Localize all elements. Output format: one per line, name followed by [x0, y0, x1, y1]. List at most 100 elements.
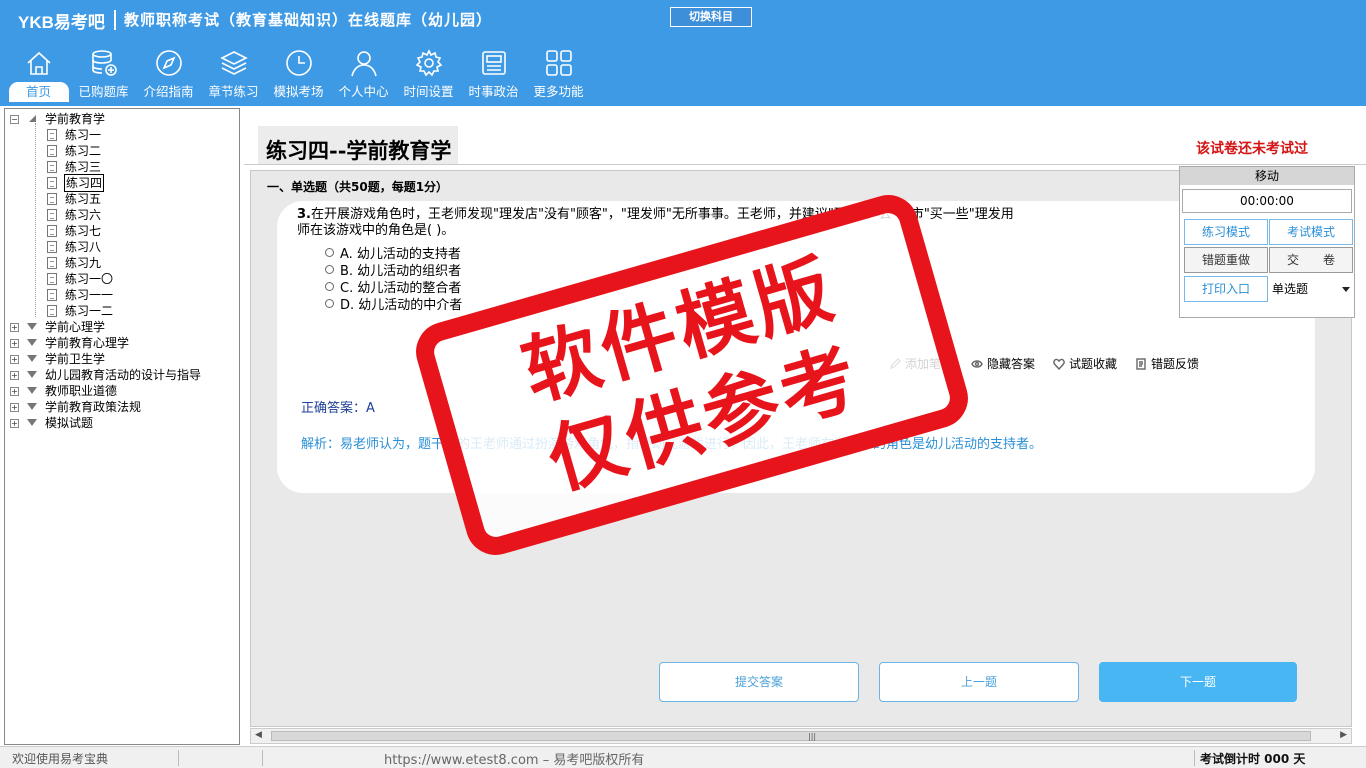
tree-node-exercise[interactable]: 练习一一	[5, 287, 239, 303]
folder-icon	[27, 371, 37, 378]
document-icon	[47, 257, 57, 269]
tree-node-exercise[interactable]: 练习九	[5, 255, 239, 271]
database-icon	[91, 50, 117, 76]
tree-node-exercise[interactable]: 练习五	[5, 191, 239, 207]
pencil-icon	[889, 357, 901, 369]
next-question-button[interactable]: 下一题	[1099, 662, 1297, 702]
nav-mock-exam[interactable]: 模拟考场	[266, 48, 331, 104]
copyright-text: https://www.etest8.com – 易考吧版权所有	[384, 753, 645, 768]
tree-node-exercise[interactable]: 练习八	[5, 239, 239, 255]
collapse-icon[interactable]: −	[10, 115, 19, 124]
nav-time-settings[interactable]: 时间设置	[396, 48, 461, 104]
exam-countdown: 考试倒计时 000 天	[1200, 752, 1306, 766]
timer-display: 00:00:00	[1182, 189, 1352, 213]
expand-icon[interactable]: +	[10, 387, 19, 396]
tree-node-subject[interactable]: + 模拟试题	[5, 415, 239, 431]
practice-mode-button[interactable]: 练习模式	[1184, 219, 1268, 245]
tree-node-exercise[interactable]: 练习四	[5, 174, 239, 192]
tree-node-subject[interactable]: + 教师职业道德	[5, 383, 239, 399]
tree-node-exercise[interactable]: 练习七	[5, 223, 239, 239]
panel-drag-header[interactable]: 移动	[1180, 167, 1354, 185]
layers-icon	[219, 51, 248, 75]
error-feedback-button[interactable]: 错题反馈	[1135, 355, 1199, 372]
question-card: 3.在开展游戏角色时，王老师发现"理发店"没有"顾客"，"理发师"无所事事。王老…	[277, 201, 1315, 493]
gear-icon	[415, 49, 442, 77]
document-icon	[47, 241, 57, 253]
add-note-button[interactable]: 添加笔记	[889, 355, 953, 372]
tree-node-root[interactable]: − 学前教育学	[5, 111, 239, 127]
answer-analysis: 解析：易老师认为，题干中的王老师通过扮演游戏角色，指导幼儿游戏进行，因此，王老师…	[301, 437, 1043, 452]
tree-node-subject[interactable]: + 学前心理学	[5, 319, 239, 335]
expand-icon[interactable]: +	[10, 339, 19, 348]
horizontal-scrollbar[interactable]: ◀ ||| ▶	[250, 728, 1352, 744]
favorite-question-button[interactable]: 试题收藏	[1053, 355, 1117, 372]
document-icon	[47, 177, 57, 189]
tree-node-exercise[interactable]: 练习一〇	[5, 271, 239, 287]
submit-paper-button[interactable]: 交 卷	[1269, 247, 1353, 273]
nav-more-features[interactable]: 更多功能	[526, 48, 591, 104]
folder-icon	[27, 323, 37, 330]
hide-answer-button[interactable]: 隐藏答案	[971, 355, 1035, 372]
chevron-down-icon	[1342, 287, 1350, 292]
expand-icon[interactable]: +	[10, 323, 19, 332]
feedback-icon	[1136, 357, 1146, 370]
document-icon	[47, 225, 57, 237]
folder-icon	[27, 403, 37, 410]
nav-guide[interactable]: 介绍指南	[136, 48, 201, 104]
expand-icon[interactable]: +	[10, 403, 19, 412]
print-button[interactable]: 打印入口	[1184, 276, 1268, 302]
tree-node-exercise[interactable]: 练习二	[5, 143, 239, 159]
scrollbar-thumb[interactable]: |||	[271, 731, 1311, 741]
expand-icon[interactable]: +	[10, 419, 19, 428]
section-header: 一、单选题（共50题，每题1分）	[267, 180, 449, 194]
tree-node-subject[interactable]: + 学前卫生学	[5, 351, 239, 367]
clock-icon	[285, 50, 312, 76]
document-icon	[47, 161, 57, 173]
nav-personal-center[interactable]: 个人中心	[331, 48, 396, 104]
tree-node-exercise[interactable]: 练习六	[5, 207, 239, 223]
news-icon	[481, 51, 506, 75]
chapter-tree: − 学前教育学 练习一 练习二 练习三 练习四 练习五 练习六 练习七 练习八 练习九 练习一〇练…	[4, 108, 240, 745]
nav-current-affairs[interactable]: 时事政治	[461, 48, 526, 104]
radio-button[interactable]	[325, 299, 334, 308]
app-title: 教师职称考试（教育基础知识）在线题库（幼儿园）	[124, 11, 493, 29]
title-divider	[244, 164, 1366, 165]
document-icon	[47, 193, 57, 205]
tree-node-exercise[interactable]: 练习一	[5, 127, 239, 143]
redo-wrong-button[interactable]: 错题重做	[1184, 247, 1268, 273]
folder-icon	[27, 339, 37, 346]
compass-icon	[155, 50, 182, 76]
exam-status-notice: 该试卷还未考试过	[1196, 141, 1308, 157]
nav-purchased-banks[interactable]: 已购题库	[71, 48, 136, 104]
scroll-right-icon[interactable]: ▶	[1340, 730, 1347, 740]
tree-node-exercise[interactable]: 练习一二	[5, 303, 239, 319]
nav-chapter-practice[interactable]: 章节练习	[201, 48, 266, 104]
question-type-select[interactable]: 单选题	[1270, 277, 1354, 301]
expand-icon[interactable]: +	[10, 355, 19, 364]
radio-button[interactable]	[325, 265, 334, 274]
folder-open-icon	[29, 115, 36, 122]
home-icon	[26, 51, 51, 75]
document-icon	[47, 209, 57, 221]
status-divider	[178, 750, 179, 766]
document-icon	[47, 129, 57, 141]
option-d[interactable]: D. 幼儿活动的中介者	[325, 294, 462, 313]
scroll-left-icon[interactable]: ◀	[255, 730, 262, 740]
submit-answer-button[interactable]: 提交答案	[659, 662, 859, 702]
document-icon	[47, 289, 57, 301]
exam-mode-button[interactable]: 考试模式	[1269, 219, 1353, 245]
app-header: YKB易考吧 教师职称考试（教育基础知识）在线题库（幼儿园） 切换科目 首页 已…	[0, 0, 1366, 106]
radio-button[interactable]	[325, 282, 334, 291]
radio-button[interactable]	[325, 248, 334, 257]
tree-node-exercise[interactable]: 练习三	[5, 159, 239, 175]
main-nav: 首页 已购题库 介绍指南 章节练习 模拟考场 个人中心 时间设置 时事政治 更多…	[6, 48, 591, 104]
expand-icon[interactable]: +	[10, 371, 19, 380]
nav-home[interactable]: 首页	[6, 48, 71, 104]
tree-node-subject[interactable]: + 幼儿园教育活动的设计与指导	[5, 367, 239, 383]
switch-subject-button[interactable]: 切换科目	[670, 7, 752, 27]
grid-icon	[545, 50, 572, 76]
document-icon	[47, 145, 57, 157]
tree-node-subject[interactable]: + 学前教育心理学	[5, 335, 239, 351]
prev-question-button[interactable]: 上一题	[879, 662, 1079, 702]
tree-node-subject[interactable]: + 学前教育政策法规	[5, 399, 239, 415]
